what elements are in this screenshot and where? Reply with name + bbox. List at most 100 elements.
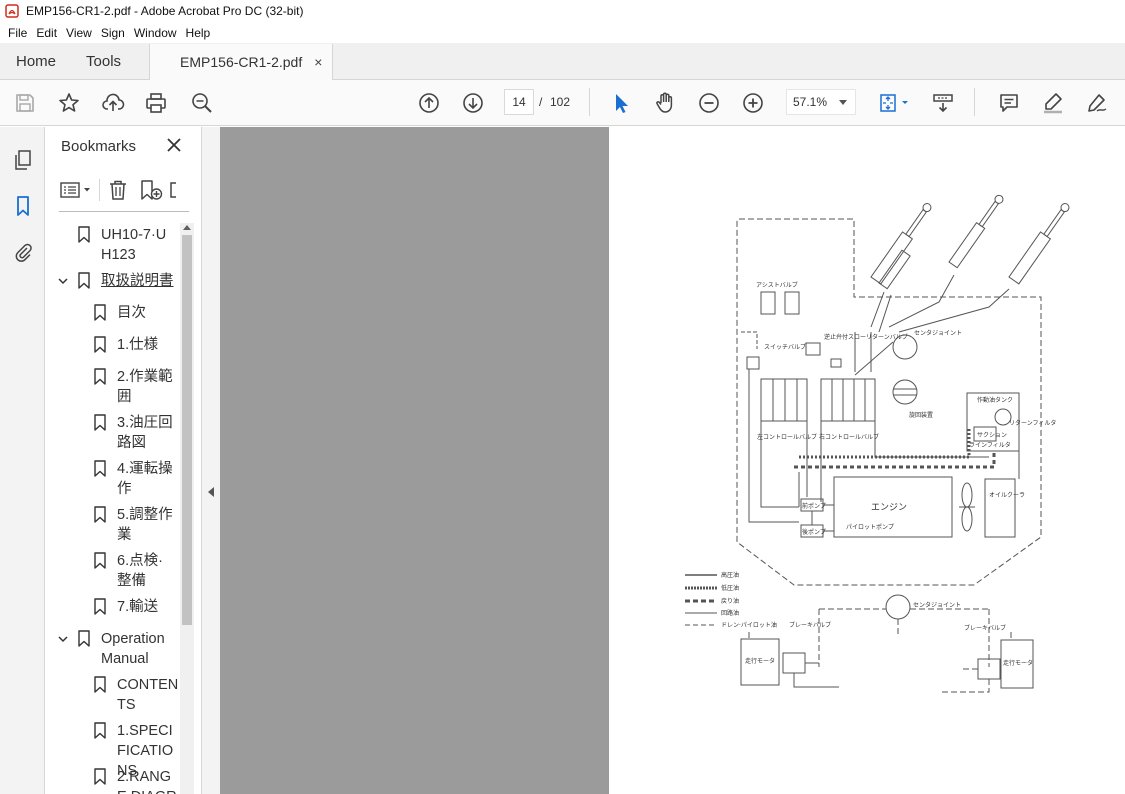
- bookmark-options-icon[interactable]: [59, 179, 93, 201]
- bookmark-label: 目次: [117, 305, 146, 321]
- switch-valve-label: スイッチバルブ: [764, 343, 806, 351]
- bookmark-label: UH10-7·UH123: [101, 227, 167, 263]
- bookmark-label: Operation Manual: [101, 631, 165, 667]
- zoom-level-value: 57.1%: [793, 95, 828, 109]
- chevron-down-icon: [839, 100, 847, 105]
- bookmark-flag-icon: [94, 460, 106, 477]
- tab-document[interactable]: EMP156-CR1-2.pdf ×: [149, 44, 334, 80]
- total-pages: 102: [550, 95, 571, 109]
- bookmarks-toolbar: [59, 177, 178, 203]
- rear-pump-label: 後ポンプ: [802, 528, 826, 536]
- bookmarks-scrollbar[interactable]: [180, 223, 194, 794]
- bookmarks-panel-icon[interactable]: [10, 193, 36, 219]
- bookmark-extra-icon[interactable]: [168, 178, 178, 202]
- new-bookmark-icon[interactable]: [138, 178, 164, 202]
- bookmark-label: 7.輸送: [117, 599, 159, 615]
- attachments-paperclip-icon[interactable]: [10, 239, 36, 265]
- star-icon[interactable]: [55, 89, 83, 117]
- front-pump-label: 前ポンプ: [802, 502, 826, 510]
- zoom-search-icon[interactable]: [188, 89, 216, 117]
- close-tab-icon[interactable]: ×: [314, 54, 322, 70]
- menu-file[interactable]: File: [4, 24, 31, 42]
- legend-high-pressure: 高圧油: [721, 571, 739, 579]
- legend-return-oil: 戻り油: [721, 597, 739, 605]
- highlight-pen-icon[interactable]: [1039, 89, 1067, 117]
- page-separator: /: [539, 95, 543, 109]
- document-tab-label: EMP156-CR1-2.pdf: [180, 54, 303, 70]
- slow-return-valve-label: 逆止弁付スローリターンバルブ: [824, 333, 908, 341]
- bookmark-label: 1.仕様: [117, 337, 159, 353]
- hydraulic-circuit-diagram: アシストバルブ スイッチバルブ 逆止弁付スローリターンバルブ センタジョイント …: [685, 194, 1070, 693]
- bookmark-flag-icon: [78, 272, 90, 289]
- title-bar: EMP156-CR1-2.pdf - Adobe Acrobat Pro DC …: [0, 0, 1125, 22]
- oil-cooler-label: オイルクーラ: [989, 492, 1025, 499]
- line-filter-label: ラインフィルタ: [969, 441, 1011, 449]
- tab-tools[interactable]: Tools: [72, 43, 137, 79]
- tab-home[interactable]: Home: [0, 43, 72, 79]
- center-joint-2-label: センタジョイント: [913, 601, 961, 609]
- comment-icon[interactable]: [995, 89, 1023, 117]
- menu-edit[interactable]: Edit: [32, 24, 61, 42]
- travel-motor-right-label: 走行モータ: [1003, 659, 1033, 667]
- select-cursor-icon[interactable]: [607, 89, 635, 117]
- hand-tool-icon[interactable]: [651, 89, 679, 117]
- close-panel-icon[interactable]: [166, 137, 182, 153]
- scroll-up-icon[interactable]: [183, 225, 191, 230]
- bookmark-flag-icon: [94, 552, 106, 569]
- zoom-in-icon[interactable]: [739, 89, 767, 117]
- menu-sign[interactable]: Sign: [97, 24, 129, 42]
- zoom-level-select[interactable]: 57.1%: [786, 89, 856, 115]
- window-title: EMP156-CR1-2.pdf - Adobe Acrobat Pro DC …: [26, 4, 304, 18]
- tab-bar: Home Tools EMP156-CR1-2.pdf ×: [0, 43, 1125, 80]
- bookmarks-panel: Bookmarks UH10-7·UH123 取扱説明書 目次 1.仕様 2.作…: [45, 127, 202, 794]
- page-number-input[interactable]: 14: [504, 89, 534, 115]
- bookmark-flag-icon: [94, 506, 106, 523]
- print-icon[interactable]: [142, 89, 170, 117]
- pdf-page[interactable]: アシストバルブ スイッチバルブ 逆止弁付スローリターンバルブ センタジョイント …: [609, 127, 1125, 794]
- delete-bookmark-icon[interactable]: [106, 178, 130, 202]
- menu-help[interactable]: Help: [182, 24, 215, 42]
- left-control-valve-label: 左コントロールバルブ: [757, 433, 817, 441]
- brake-valve-right-label: ブレーキバルブ: [964, 624, 1006, 632]
- bookmark-label: 4.運転操作: [117, 461, 173, 497]
- bookmark-label: 6.点検·整備: [117, 553, 163, 589]
- fit-page-icon[interactable]: [874, 89, 914, 117]
- center-joint-label: センタジョイント: [914, 329, 962, 337]
- bookmark-flag-icon: [78, 226, 90, 243]
- chevron-down-icon[interactable]: [57, 633, 69, 645]
- upload-cloud-icon[interactable]: [99, 89, 127, 117]
- swing-unit-label: 旋回装置: [909, 411, 933, 419]
- bookmark-label: 取扱説明書: [101, 273, 174, 289]
- legend-circuit-oil: 回路油: [721, 609, 739, 617]
- menu-window[interactable]: Window: [130, 24, 181, 42]
- sign-pen-icon[interactable]: [1083, 89, 1111, 117]
- document-canvas[interactable]: [220, 127, 609, 794]
- brake-valve-left-label: ブレーキバルブ: [789, 621, 831, 629]
- zoom-out-icon[interactable]: [695, 89, 723, 117]
- bookmark-flag-icon: [78, 630, 90, 647]
- bookmark-label: 5.調整作業: [117, 507, 173, 543]
- bookmark-flag-icon: [94, 768, 106, 785]
- bookmark-flag-icon: [94, 304, 106, 321]
- menu-view[interactable]: View: [62, 24, 96, 42]
- bookmark-label: 2.作業範囲: [117, 369, 173, 405]
- diagram-labels: アシストバルブ スイッチバルブ 逆止弁付スローリターンバルブ センタジョイント …: [721, 281, 1056, 667]
- bookmark-flag-icon: [94, 676, 106, 693]
- previous-page-icon[interactable]: [415, 89, 443, 117]
- next-page-icon[interactable]: [459, 89, 487, 117]
- oil-tank-label: 作動油タンク: [977, 396, 1013, 404]
- strainer-label: サクション: [977, 432, 1007, 439]
- collapse-panel-icon[interactable]: [208, 487, 214, 497]
- pilot-pump-label: パイロットポンプ: [846, 523, 894, 531]
- page-thumbnails-icon[interactable]: [10, 147, 36, 173]
- save-icon[interactable]: [11, 89, 39, 117]
- panel-splitter[interactable]: [202, 127, 220, 794]
- scroll-mode-icon[interactable]: [929, 89, 957, 117]
- legend-drain-pilot: ドレン·パイロット油: [721, 621, 777, 629]
- bookmark-flag-icon: [94, 368, 106, 385]
- scrollbar-thumb[interactable]: [182, 235, 192, 625]
- bookmark-flag-icon: [94, 598, 106, 615]
- chevron-down-icon[interactable]: [57, 275, 69, 287]
- toolbar-divider: [974, 88, 975, 116]
- legend-low-pressure: 低圧油: [721, 584, 739, 592]
